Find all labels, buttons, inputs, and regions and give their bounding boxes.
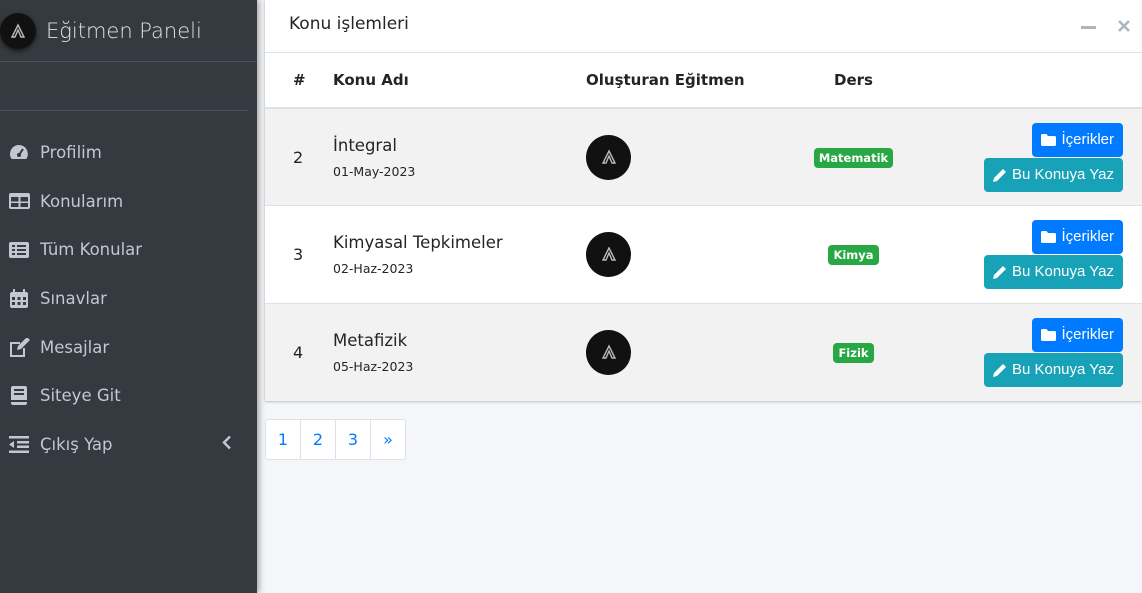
folder-icon — [1041, 133, 1057, 146]
topic-name: İntegral — [333, 135, 397, 155]
collapse-button[interactable] — [1081, 26, 1096, 29]
brand-link[interactable]: Eğitmen Paneli — [0, 0, 257, 62]
sidebar-item-cikis-yap[interactable]: Çıkış Yap — [0, 420, 257, 469]
sidebar: Eğitmen Paneli Profilim Konularım Tüm Ko… — [0, 0, 257, 593]
write-to-topic-button[interactable]: Bu Konuya Yaz — [983, 254, 1123, 289]
sidebar-item-konularim[interactable]: Konularım — [0, 177, 257, 226]
pencil-icon — [992, 363, 1006, 377]
topic-date: 05-Haz-2023 — [333, 358, 414, 374]
row-number: 3 — [265, 205, 333, 303]
column-header-number: # — [265, 53, 333, 109]
creator-cell — [586, 205, 776, 303]
table-row: 2 İntegral 01-May-2023 Matematik İçerikl… — [265, 107, 1142, 206]
avatar — [586, 231, 631, 277]
row-number: 4 — [265, 302, 333, 401]
avatar — [586, 329, 631, 375]
topic-name: Metafizik — [333, 330, 408, 350]
edit-icon — [7, 337, 31, 357]
contents-button-label: İçerikler — [1061, 326, 1114, 343]
table-row: 4 Metafizik 05-Haz-2023 Fizik İçerikler … — [265, 302, 1142, 401]
sidebar-item-mesajlar[interactable]: Mesajlar — [0, 323, 257, 372]
sidebar-nav: Profilim Konularım Tüm Konular Sınavlar … — [0, 128, 257, 469]
close-button[interactable] — [1118, 17, 1130, 36]
actions-cell: İçerikler Bu Konuya Yaz — [931, 302, 1142, 401]
brand-text: Eğitmen Paneli — [46, 18, 202, 43]
sidebar-item-label: Konularım — [40, 191, 124, 211]
row-number: 2 — [265, 107, 333, 206]
creator-cell — [586, 107, 776, 206]
sidebar-item-label: Tüm Konular — [40, 240, 143, 260]
topics-card: Konu işlemleri # Konu Adı Oluşturan Eğit… — [265, 0, 1142, 401]
folder-icon — [1041, 230, 1057, 243]
topic-date: 01-May-2023 — [333, 163, 416, 179]
write-to-topic-button[interactable]: Bu Konuya Yaz — [983, 157, 1123, 192]
creator-cell — [586, 302, 776, 401]
avatar — [586, 134, 631, 180]
topic-cell: Kimyasal Tepkimeler 02-Haz-2023 — [333, 205, 586, 303]
page-link-next[interactable]: » — [370, 419, 406, 460]
course-cell: Kimya — [776, 205, 931, 303]
topic-date: 02-Haz-2023 — [333, 260, 414, 276]
list-icon — [7, 241, 31, 258]
chevron-left-icon[interactable] — [222, 435, 232, 454]
tachometer-icon — [7, 143, 31, 161]
folder-icon — [1041, 328, 1057, 341]
column-header-actions — [931, 53, 1142, 109]
course-badge: Kimya — [828, 244, 879, 265]
pagination: 1 2 3 » — [265, 419, 406, 460]
course-cell: Fizik — [776, 302, 931, 401]
contents-button-label: İçerikler — [1061, 228, 1114, 246]
contents-button[interactable]: İçerikler — [1032, 219, 1123, 254]
table-row: 3 Kimyasal Tepkimeler 02-Haz-2023 Kimya — [265, 205, 1142, 303]
contents-button[interactable]: İçerikler — [1032, 317, 1123, 352]
write-button-label: Bu Konuya Yaz — [1011, 263, 1114, 281]
sidebar-item-label: Çıkış Yap — [40, 434, 113, 454]
write-to-topic-button[interactable]: Bu Konuya Yaz — [983, 352, 1123, 387]
sidebar-item-label: Mesajlar — [40, 337, 110, 357]
pencil-icon — [992, 265, 1006, 279]
column-header-course: Ders — [776, 53, 931, 109]
sidebar-item-label: Profilim — [40, 142, 102, 162]
page-link-3[interactable]: 3 — [335, 419, 371, 460]
book-icon — [7, 386, 31, 406]
actions-cell: İçerikler Bu Konuya Yaz — [931, 107, 1142, 206]
column-header-creator: Oluşturan Eğitmen — [586, 53, 776, 109]
sidebar-item-tum-konular[interactable]: Tüm Konular — [0, 225, 257, 274]
column-header-topic-name: Konu Adı — [333, 53, 586, 109]
sidebar-item-sinavlar[interactable]: Sınavlar — [0, 274, 257, 323]
actions-cell: İçerikler Bu Konuya Yaz — [931, 205, 1142, 303]
calendar-icon — [7, 288, 31, 308]
card-header: Konu işlemleri — [265, 0, 1142, 53]
table-header-row: # Konu Adı Oluşturan Eğitmen Ders — [265, 53, 1142, 109]
write-button-label: Bu Konuya Yaz — [1011, 361, 1114, 378]
course-badge: Matematik — [813, 147, 894, 168]
contents-button[interactable]: İçerikler — [1032, 122, 1123, 157]
user-panel — [0, 62, 248, 111]
pencil-icon — [992, 168, 1006, 182]
close-icon — [1118, 20, 1130, 32]
topic-name: Kimyasal Tepkimeler — [333, 232, 503, 252]
topic-cell: Metafizik 05-Haz-2023 — [333, 302, 586, 401]
sidebar-item-label: Sınavlar — [40, 288, 107, 308]
page-link-2[interactable]: 2 — [300, 419, 336, 460]
topics-table: # Konu Adı Oluşturan Eğitmen Ders 2 İnte… — [265, 53, 1142, 401]
topic-cell: İntegral 01-May-2023 — [333, 107, 586, 206]
course-cell: Matematik — [776, 107, 931, 206]
sidebar-item-profilim[interactable]: Profilim — [0, 128, 257, 177]
page-link-1[interactable]: 1 — [265, 419, 301, 460]
sidebar-item-label: Siteye Git — [40, 386, 121, 406]
contents-button-label: İçerikler — [1061, 131, 1114, 148]
write-button-label: Bu Konuya Yaz — [1011, 166, 1114, 183]
outdent-icon — [7, 435, 31, 453]
table-icon — [7, 193, 31, 210]
brand-logo — [0, 12, 36, 49]
course-badge: Fizik — [833, 342, 874, 363]
sidebar-item-siteye-git[interactable]: Siteye Git — [0, 371, 257, 420]
card-title: Konu işlemleri — [289, 14, 409, 34]
